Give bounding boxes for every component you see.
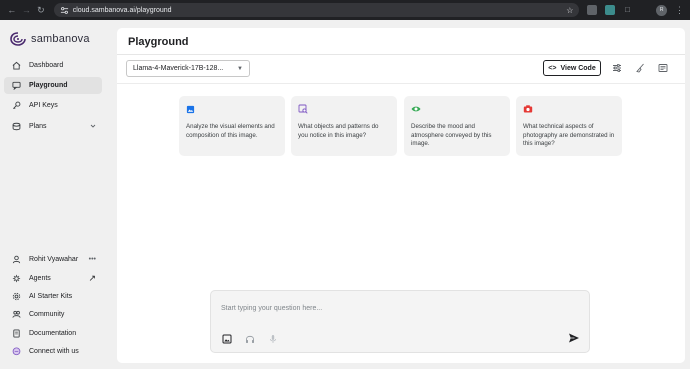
sidebar-item-label: Community: [29, 311, 65, 318]
settings-sliders-icon[interactable]: [611, 62, 623, 74]
extension-icon[interactable]: [587, 5, 598, 15]
suggestion-card[interactable]: Describe the mood and atmosphere conveye…: [404, 96, 510, 156]
sidebar-item-label: Playground: [29, 82, 68, 89]
agents-icon: [11, 274, 21, 284]
camera-icon: [523, 104, 533, 114]
key-icon: [11, 101, 21, 111]
chat-input-box[interactable]: Start typing your question here...: [210, 290, 590, 353]
sidebar-item-user[interactable]: Rohit Vyawahar •••: [4, 251, 102, 268]
divider: [117, 83, 685, 84]
profile-avatar[interactable]: R: [656, 4, 667, 16]
suggestion-text: What technical aspects of photography ar…: [523, 123, 615, 147]
attach-image-icon[interactable]: [221, 333, 232, 344]
site-info-icon[interactable]: [60, 6, 69, 15]
sidebar-item-label: Plans: [29, 123, 47, 130]
main-panel: Playground Llama-4-Maverick-17B-128... ▼…: [117, 28, 685, 363]
gear-icon: [11, 292, 21, 302]
more-options-icon[interactable]: •••: [89, 256, 96, 263]
view-code-button[interactable]: <> View Code: [543, 60, 601, 76]
microphone-icon[interactable]: [267, 333, 278, 344]
browser-menu-icon[interactable]: ⋮: [675, 5, 684, 16]
sidebar-item-label: Documentation: [29, 330, 77, 337]
brand-logo[interactable]: sambanova: [10, 32, 90, 46]
doc-icon: [11, 329, 21, 339]
suggestion-card[interactable]: Analyze the visual elements and composit…: [179, 96, 285, 156]
view-code-label: View Code: [560, 64, 596, 72]
sidebar-item-documentation[interactable]: Documentation: [4, 325, 102, 342]
address-bar[interactable]: cloud.sambanova.ai/playground ☆: [53, 3, 580, 17]
clear-chat-broom-icon[interactable]: [634, 62, 646, 74]
sidebar-item-label: API Keys: [29, 102, 58, 109]
chat-input-placeholder[interactable]: Start typing your question here...: [221, 305, 322, 312]
brand-name: sambanova: [31, 33, 90, 45]
extensions-puzzle-icon[interactable]: □: [623, 5, 633, 15]
sidebar-item-connect[interactable]: Connect with us: [4, 343, 102, 360]
headphones-icon[interactable]: [244, 333, 255, 344]
image-search-icon: [298, 104, 308, 114]
code-icon: <>: [548, 64, 557, 72]
message-icon: [11, 347, 21, 357]
bookmark-star-icon[interactable]: ☆: [566, 6, 573, 15]
sidebar-item-label: Connect with us: [29, 348, 79, 355]
model-name: Llama-4-Maverick-17B-128...: [133, 65, 224, 72]
eye-icon: [411, 104, 421, 114]
sidebar-item-label: Agents: [29, 275, 51, 282]
reload-icon[interactable]: ↻: [35, 4, 47, 16]
suggestion-text: Describe the mood and atmosphere conveye…: [411, 123, 492, 147]
sidebar-item-label: Dashboard: [29, 62, 64, 69]
suggestion-card[interactable]: What technical aspects of photography ar…: [516, 96, 622, 156]
send-icon[interactable]: [568, 332, 580, 344]
external-link-icon: ↗: [88, 273, 96, 283]
divider: [117, 54, 685, 55]
sambanova-logo-icon: [10, 32, 26, 46]
suggestion-text: What objects and patterns do you notice …: [298, 123, 379, 139]
page-title: Playground: [128, 36, 189, 48]
sidebar-item-dashboard[interactable]: Dashboard: [4, 57, 102, 74]
back-icon[interactable]: ←: [6, 4, 18, 16]
system-prompt-icon[interactable]: [657, 62, 669, 74]
home-icon: [11, 61, 21, 71]
sidebar: sambanova Dashboard Playground API Keys …: [0, 20, 113, 369]
browser-toolbar: ← → ↻ cloud.sambanova.ai/playground ☆ □ …: [0, 0, 690, 20]
sidebar-item-community[interactable]: Community: [4, 306, 102, 323]
sidebar-item-playground[interactable]: Playground: [4, 77, 102, 94]
chat-icon: [11, 81, 21, 91]
forward-icon[interactable]: →: [21, 4, 33, 16]
model-selector[interactable]: Llama-4-Maverick-17B-128... ▼: [126, 60, 250, 77]
sidebar-item-label: AI Starter Kits: [29, 293, 73, 300]
sidebar-item-plans[interactable]: Plans: [4, 118, 102, 135]
sidebar-item-ai-starter-kits[interactable]: AI Starter Kits: [4, 288, 102, 305]
plans-icon: [11, 122, 21, 132]
url-text: cloud.sambanova.ai/playground: [72, 6, 172, 14]
sidebar-item-api-keys[interactable]: API Keys: [4, 97, 102, 114]
suggestion-card[interactable]: What objects and patterns do you notice …: [291, 96, 397, 156]
community-icon: [11, 310, 21, 320]
chevron-down-icon: ▼: [237, 65, 243, 72]
chevron-down-icon[interactable]: [90, 123, 96, 131]
extension-icon[interactable]: [605, 5, 615, 15]
user-name: Rohit Vyawahar: [29, 256, 79, 263]
image-icon: [186, 104, 196, 114]
sidebar-item-agents[interactable]: Agents ↗: [4, 270, 102, 287]
user-icon: [11, 255, 21, 265]
suggestion-text: Analyze the visual elements and composit…: [186, 123, 275, 139]
